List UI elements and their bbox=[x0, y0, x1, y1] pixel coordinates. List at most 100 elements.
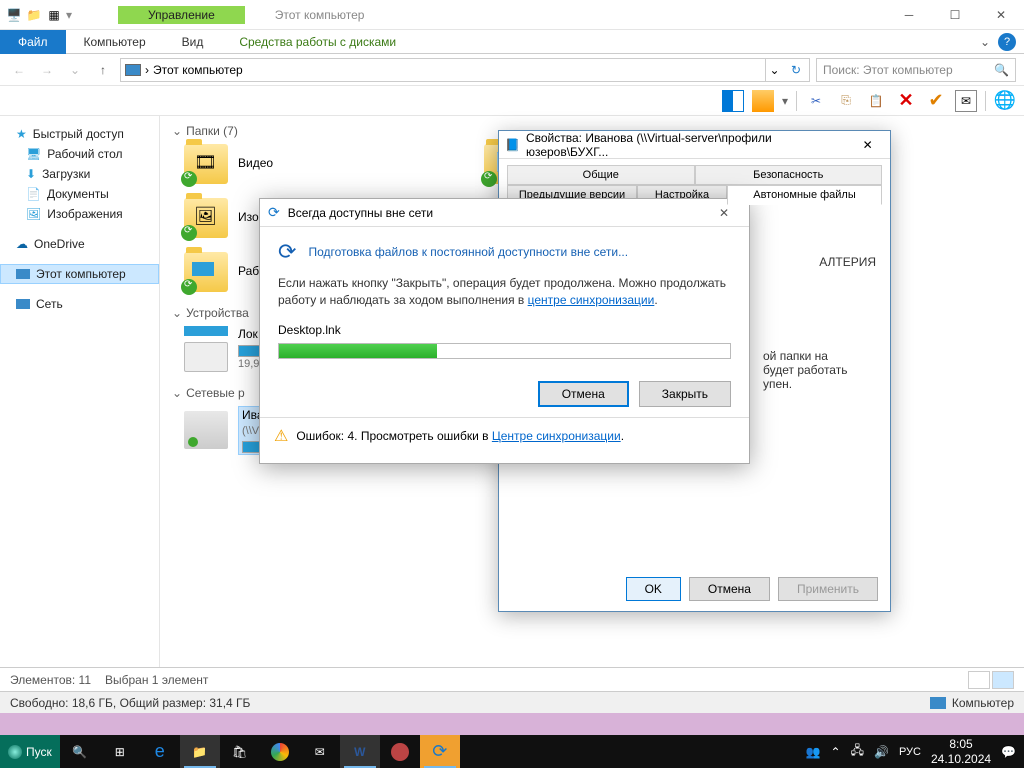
sidebar-this-pc[interactable]: Этот компьютер bbox=[0, 264, 159, 284]
taskbar-app[interactable] bbox=[380, 735, 420, 768]
sync-progress-bar bbox=[278, 343, 731, 359]
body-fragment: упен. bbox=[763, 377, 876, 391]
ok-button[interactable]: OK bbox=[626, 577, 681, 601]
taskbar-store[interactable]: 🛍 bbox=[220, 735, 260, 768]
sync-badge-icon bbox=[181, 225, 197, 241]
sync-titlebar[interactable]: ⟳ Всегда доступны вне сети ✕ bbox=[260, 199, 749, 227]
tab-security[interactable]: Безопасность bbox=[695, 165, 883, 185]
delete-icon[interactable]: ✕ bbox=[895, 90, 917, 112]
close-button[interactable]: ✕ bbox=[978, 0, 1024, 30]
sync-description: Если нажать кнопку "Закрыть", операция б… bbox=[278, 275, 731, 309]
sidebar-desktop[interactable]: 🖥Рабочий стол bbox=[0, 144, 159, 164]
close-button[interactable]: Закрыть bbox=[639, 381, 731, 407]
sync-center-errors-link[interactable]: Центре синхронизации bbox=[492, 429, 621, 443]
folder-icon bbox=[184, 252, 228, 292]
recent-dropdown[interactable]: ⌄ bbox=[64, 59, 86, 81]
path-dropdown[interactable]: ⌄ bbox=[765, 59, 783, 81]
copy-icon[interactable]: ⎘ bbox=[835, 90, 857, 112]
globe-icon[interactable]: 🌐 bbox=[994, 90, 1016, 112]
sync-title: Всегда доступны вне сети bbox=[288, 206, 433, 220]
sidebar-downloads[interactable]: ⬇Загрузки bbox=[0, 164, 159, 184]
system-tray: 👥 ⌃ 🖧 🔊 РУС 8:05 24.10.2024 💬 bbox=[798, 737, 1024, 766]
sidebar-network[interactable]: Сеть bbox=[0, 294, 159, 314]
folder-icon[interactable]: 📁 bbox=[26, 7, 42, 23]
sync-badge-icon bbox=[181, 171, 197, 187]
network-drive-icon bbox=[184, 411, 228, 449]
status-computer[interactable]: Компьютер bbox=[930, 696, 1014, 710]
maximize-button[interactable]: ☐ bbox=[932, 0, 978, 30]
folder-label: Раб bbox=[238, 264, 259, 280]
cancel-button[interactable]: Отмена bbox=[538, 381, 629, 407]
pc-path-icon bbox=[125, 64, 141, 76]
tray-clock[interactable]: 8:05 24.10.2024 bbox=[931, 737, 991, 766]
dropdown-icon[interactable]: ▾ bbox=[782, 94, 788, 108]
status-selected: Выбран 1 элемент bbox=[105, 673, 208, 687]
taskbar-sync[interactable]: ⟳ bbox=[420, 735, 460, 768]
tray-network-icon[interactable]: 🖧 bbox=[851, 741, 864, 762]
taskbar-word[interactable]: W bbox=[340, 735, 380, 768]
properties-icon[interactable]: ▦ bbox=[46, 7, 62, 23]
sidebar-pictures[interactable]: 🖼Изображения bbox=[0, 204, 159, 224]
dialog-buttons: OK Отмена Применить bbox=[626, 577, 878, 601]
close-button[interactable]: ✕ bbox=[851, 138, 884, 152]
qat-dropdown[interactable]: ▾ bbox=[66, 8, 72, 22]
ribbon-context-tab: Управление bbox=[118, 6, 245, 24]
apply-button[interactable]: Применить bbox=[778, 577, 878, 601]
sync-current-file: Desktop.lnk bbox=[278, 323, 731, 337]
search-icon: 🔍 bbox=[994, 63, 1009, 77]
folder-video[interactable]: 🎞 Видео bbox=[184, 144, 444, 184]
view-icons-button[interactable] bbox=[992, 671, 1014, 689]
check-icon[interactable]: ✔ bbox=[925, 90, 947, 112]
taskbar-chrome[interactable] bbox=[260, 735, 300, 768]
tray-people-icon[interactable]: 👥 bbox=[806, 745, 821, 759]
ribbon-tabs: Файл Компьютер Вид Средства работы с дис… bbox=[0, 30, 1024, 54]
sync-center-link[interactable]: центре синхронизации bbox=[528, 293, 655, 307]
mail-icon[interactable]: ✉ bbox=[955, 90, 977, 112]
dialog-title: Свойства: Иванова (\\Virtual-server\проф… bbox=[526, 131, 845, 159]
body-fragment: будет работать bbox=[763, 363, 876, 377]
cut-icon[interactable]: ✂ bbox=[805, 90, 827, 112]
refresh-icon[interactable]: ↻ bbox=[787, 63, 805, 77]
minimize-button[interactable]: ─ bbox=[886, 0, 932, 30]
status-count: Элементов: 11 bbox=[10, 673, 91, 687]
back-button[interactable]: ← bbox=[8, 59, 30, 81]
file-tab[interactable]: Файл bbox=[0, 30, 66, 54]
taskbar-explorer[interactable]: 📁 bbox=[180, 735, 220, 768]
search-input[interactable]: Поиск: Этот компьютер 🔍 bbox=[816, 58, 1016, 82]
drivetools-tab[interactable]: Средства работы с дисками bbox=[221, 31, 414, 53]
taskbar-search[interactable]: 🔍 bbox=[60, 735, 100, 768]
ribbon-expand-icon[interactable]: ⌄ bbox=[972, 35, 998, 49]
computer-tab[interactable]: Компьютер bbox=[66, 31, 164, 53]
sidebar-onedrive[interactable]: ☁OneDrive bbox=[0, 234, 159, 254]
view-details-button[interactable] bbox=[968, 671, 990, 689]
taskbar-edge[interactable]: e bbox=[140, 735, 180, 768]
view-tab[interactable]: Вид bbox=[164, 31, 222, 53]
start-button[interactable]: Пуск bbox=[0, 735, 60, 768]
taskbar-taskview[interactable]: ⊞ bbox=[100, 735, 140, 768]
tab-offline[interactable]: Автономные файлы bbox=[727, 185, 882, 205]
taskbar-mail[interactable]: ✉ bbox=[300, 735, 340, 768]
pc-icon bbox=[930, 697, 946, 709]
drive-icon bbox=[184, 326, 228, 372]
sidebar-quick-access[interactable]: ★Быстрый доступ bbox=[0, 124, 159, 144]
help-icon[interactable]: ? bbox=[998, 33, 1016, 51]
close-button[interactable]: ✕ bbox=[707, 206, 741, 220]
up-button[interactable]: ↑ bbox=[92, 59, 114, 81]
paste-icon[interactable]: 📋 bbox=[865, 90, 887, 112]
cancel-button[interactable]: Отмена bbox=[689, 577, 770, 601]
search-placeholder: Поиск: Этот компьютер bbox=[823, 63, 953, 77]
folder-icon: 🎞 bbox=[184, 144, 228, 184]
tray-language[interactable]: РУС bbox=[899, 746, 921, 758]
breadcrumb[interactable]: › Этот компьютер ⌄ ↻ bbox=[120, 58, 810, 82]
tray-volume-icon[interactable]: 🔊 bbox=[874, 745, 889, 759]
path-segment[interactable]: Этот компьютер bbox=[153, 63, 243, 77]
dialog-titlebar[interactable]: 📘 Свойства: Иванова (\\Virtual-server\пр… bbox=[499, 131, 890, 159]
panel-toggle[interactable] bbox=[722, 90, 744, 112]
warning-icon: ⚠ bbox=[274, 426, 288, 446]
forward-button[interactable]: → bbox=[36, 59, 58, 81]
tray-chevron-icon[interactable]: ⌃ bbox=[831, 745, 841, 759]
orange-doc-icon[interactable] bbox=[752, 90, 774, 112]
sidebar-documents[interactable]: 📄Документы bbox=[0, 184, 159, 204]
tray-notifications-icon[interactable]: 💬 bbox=[1001, 745, 1016, 759]
tab-general[interactable]: Общие bbox=[507, 165, 695, 185]
